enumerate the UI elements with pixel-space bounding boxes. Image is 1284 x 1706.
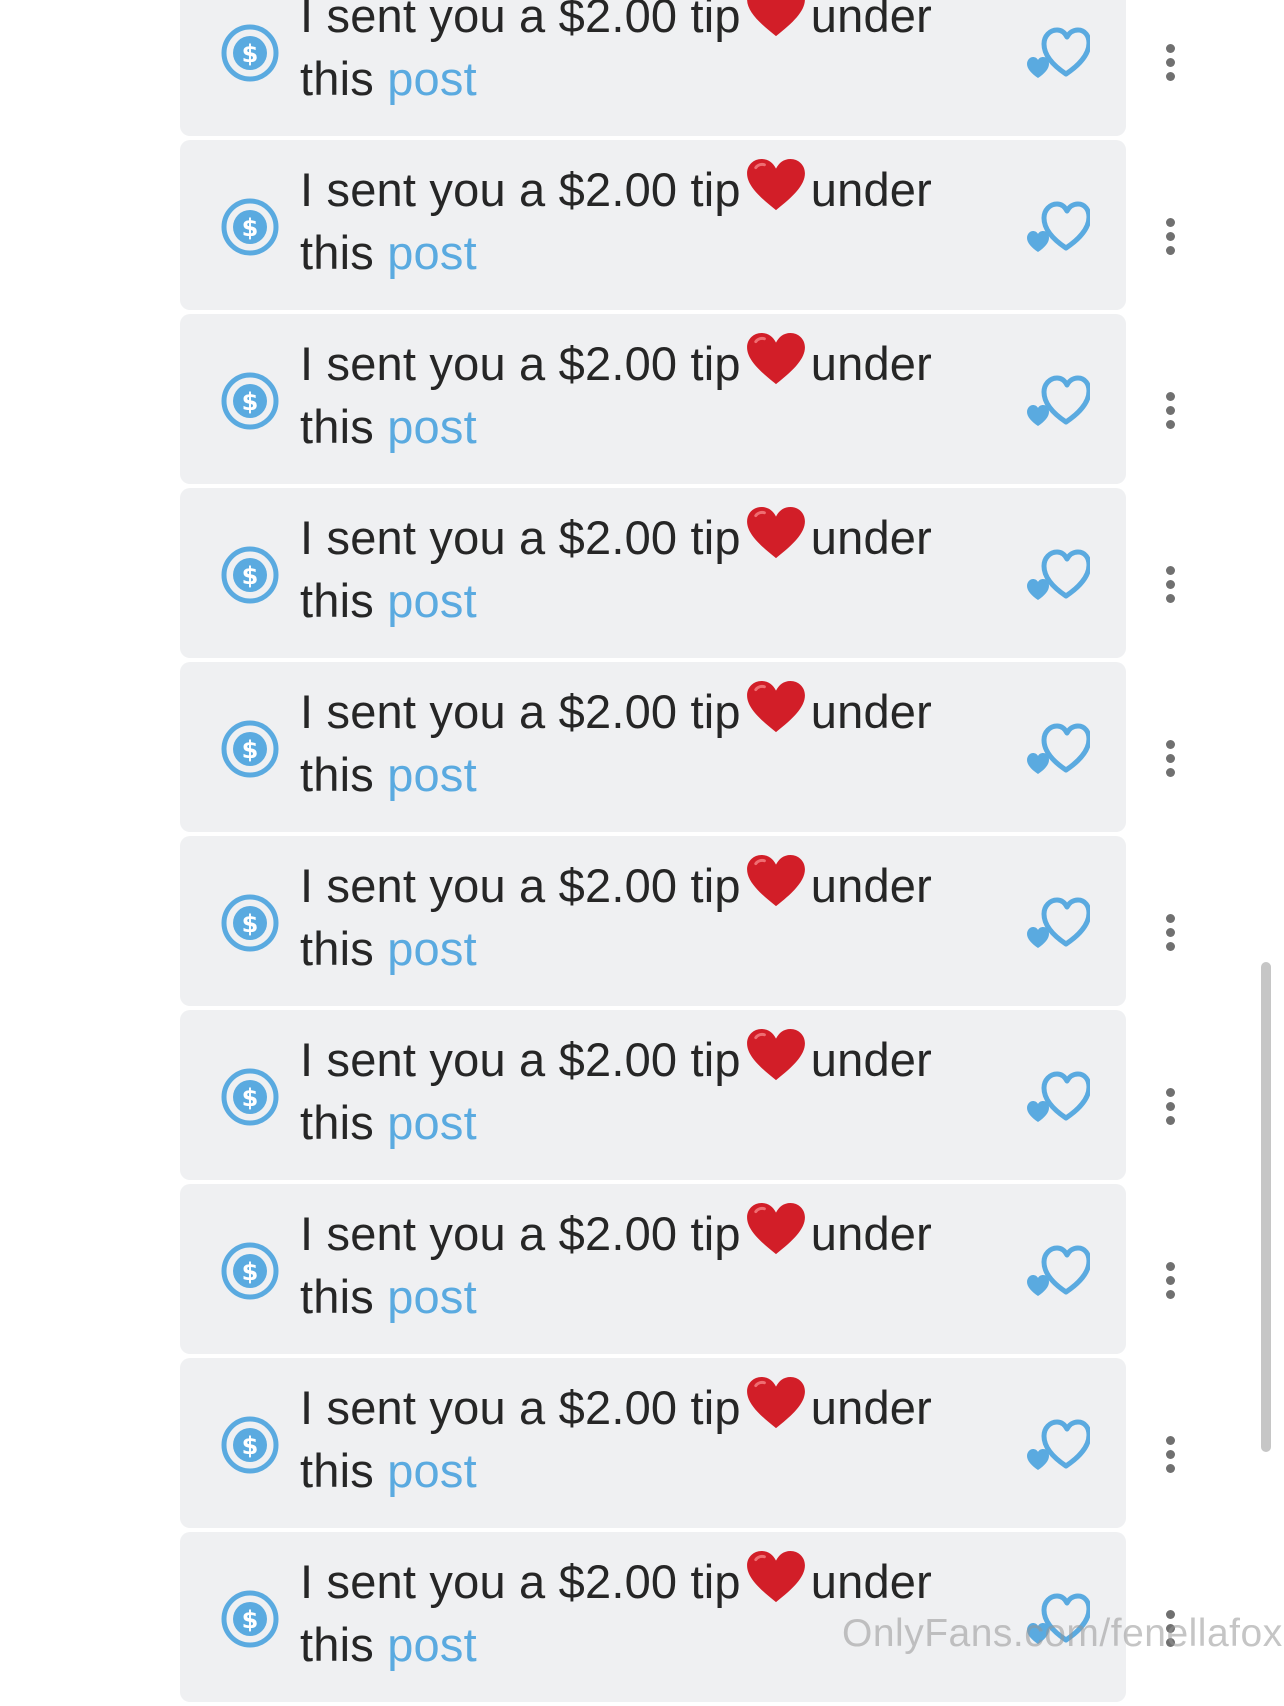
svg-text:$: $ — [242, 1084, 259, 1112]
message-text-before: I sent you a $2.00 tip — [300, 859, 741, 912]
post-link[interactable]: post — [387, 400, 477, 453]
more-options-icon[interactable] — [1162, 218, 1178, 262]
heart-like-icon[interactable] — [1026, 24, 1090, 80]
message-text-before: I sent you a $2.00 tip — [300, 0, 741, 42]
message-text: I sent you a $2.00 tip under this post — [300, 680, 980, 806]
message-text-before: I sent you a $2.00 tip — [300, 163, 741, 216]
svg-text:$: $ — [242, 1432, 259, 1460]
message-text: I sent you a $2.00 tip under this post — [300, 1202, 980, 1328]
post-link[interactable]: post — [387, 1096, 477, 1149]
heart-like-icon[interactable] — [1026, 372, 1090, 428]
message-row: $ I sent you a $2.00 tip under this post — [180, 314, 1200, 488]
message-text-before: I sent you a $2.00 tip — [300, 1555, 741, 1608]
tip-message-bubble[interactable]: $ I sent you a $2.00 tip under this post — [180, 1184, 1126, 1354]
post-link[interactable]: post — [387, 922, 477, 975]
scrollbar[interactable] — [1261, 962, 1271, 1452]
post-link[interactable]: post — [387, 226, 477, 279]
heart-like-icon[interactable] — [1026, 1416, 1090, 1472]
message-text-before: I sent you a $2.00 tip — [300, 1207, 741, 1260]
more-options-icon[interactable] — [1162, 1262, 1178, 1306]
message-text-before: I sent you a $2.00 tip — [300, 511, 741, 564]
message-row: $ I sent you a $2.00 tip under this post — [180, 1358, 1200, 1532]
message-text-before: I sent you a $2.00 tip — [300, 685, 741, 738]
more-options-icon[interactable] — [1162, 1436, 1178, 1480]
message-row: $ I sent you a $2.00 tip under this post — [180, 662, 1200, 836]
red-heart-emoji — [746, 0, 805, 37]
post-link[interactable]: post — [387, 52, 477, 105]
red-heart-emoji — [746, 506, 805, 559]
dollar-circle-icon: $ — [221, 1242, 279, 1300]
more-options-icon[interactable] — [1162, 1088, 1178, 1132]
svg-text:$: $ — [242, 214, 259, 242]
svg-text:$: $ — [242, 40, 259, 68]
post-link[interactable]: post — [387, 1270, 477, 1323]
svg-text:$: $ — [242, 562, 259, 590]
heart-like-icon[interactable] — [1026, 894, 1090, 950]
heart-like-icon[interactable] — [1026, 546, 1090, 602]
message-row: $ I sent you a $2.00 tip under this post — [180, 488, 1200, 662]
message-row: $ I sent you a $2.00 tip under this post — [180, 1010, 1200, 1184]
red-heart-emoji — [746, 158, 805, 211]
tip-message-bubble[interactable]: $ I sent you a $2.00 tip under this post — [180, 314, 1126, 484]
message-list: $ I sent you a $2.00 tip under this post … — [180, 0, 1200, 1706]
message-text: I sent you a $2.00 tip under this post — [300, 1376, 980, 1502]
svg-text:$: $ — [242, 1606, 259, 1634]
message-text: I sent you a $2.00 tip under this post — [300, 158, 980, 284]
red-heart-emoji — [746, 854, 805, 907]
message-text-before: I sent you a $2.00 tip — [300, 1033, 741, 1086]
svg-text:$: $ — [242, 1258, 259, 1286]
tip-message-bubble[interactable]: $ I sent you a $2.00 tip under this post — [180, 140, 1126, 310]
post-link[interactable]: post — [387, 748, 477, 801]
heart-like-icon[interactable] — [1026, 1242, 1090, 1298]
more-options-icon[interactable] — [1162, 392, 1178, 436]
svg-text:$: $ — [242, 736, 259, 764]
message-row: $ I sent you a $2.00 tip under this post — [180, 1184, 1200, 1358]
post-link[interactable]: post — [387, 1618, 477, 1671]
dollar-circle-icon: $ — [221, 894, 279, 952]
red-heart-emoji — [746, 1550, 805, 1603]
svg-text:$: $ — [242, 910, 259, 938]
tip-message-bubble[interactable]: $ I sent you a $2.00 tip under this post — [180, 662, 1126, 832]
red-heart-emoji — [746, 1028, 805, 1081]
message-text-before: I sent you a $2.00 tip — [300, 337, 741, 390]
svg-text:$: $ — [242, 388, 259, 416]
dollar-circle-icon: $ — [221, 1068, 279, 1126]
message-text: I sent you a $2.00 tip under this post — [300, 332, 980, 458]
message-row: $ I sent you a $2.00 tip under this post — [180, 0, 1200, 140]
tip-message-bubble[interactable]: $ I sent you a $2.00 tip under this post — [180, 836, 1126, 1006]
dollar-circle-icon: $ — [221, 372, 279, 430]
dollar-circle-icon: $ — [221, 546, 279, 604]
message-row: $ I sent you a $2.00 tip under this post — [180, 836, 1200, 1010]
message-row: $ I sent you a $2.00 tip under this post — [180, 140, 1200, 314]
dollar-circle-icon: $ — [221, 1590, 279, 1648]
more-options-icon[interactable] — [1162, 740, 1178, 784]
heart-like-icon[interactable] — [1026, 720, 1090, 776]
message-text: I sent you a $2.00 tip under this post — [300, 0, 980, 110]
red-heart-emoji — [746, 680, 805, 733]
dollar-circle-icon: $ — [221, 24, 279, 82]
message-text: I sent you a $2.00 tip under this post — [300, 1028, 980, 1154]
more-options-icon[interactable] — [1162, 914, 1178, 958]
post-link[interactable]: post — [387, 574, 477, 627]
tip-message-bubble[interactable]: $ I sent you a $2.00 tip under this post — [180, 488, 1126, 658]
message-text-before: I sent you a $2.00 tip — [300, 1381, 741, 1434]
tip-message-bubble[interactable]: $ I sent you a $2.00 tip under this post — [180, 1010, 1126, 1180]
message-text: I sent you a $2.00 tip under this post — [300, 854, 980, 980]
red-heart-emoji — [746, 1202, 805, 1255]
heart-like-icon[interactable] — [1026, 1068, 1090, 1124]
heart-like-icon[interactable] — [1026, 198, 1090, 254]
more-options-icon[interactable] — [1162, 566, 1178, 610]
message-text: I sent you a $2.00 tip under this post — [300, 506, 980, 632]
dollar-circle-icon: $ — [221, 198, 279, 256]
dollar-circle-icon: $ — [221, 720, 279, 778]
post-link[interactable]: post — [387, 1444, 477, 1497]
tip-message-bubble[interactable]: $ I sent you a $2.00 tip under this post — [180, 1358, 1126, 1528]
dollar-circle-icon: $ — [221, 1416, 279, 1474]
red-heart-emoji — [746, 332, 805, 385]
watermark: OnlyFans.com/fenellafox — [842, 1612, 1283, 1655]
tip-message-bubble[interactable]: $ I sent you a $2.00 tip under this post — [180, 0, 1126, 136]
more-options-icon[interactable] — [1162, 44, 1178, 88]
red-heart-emoji — [746, 1376, 805, 1429]
